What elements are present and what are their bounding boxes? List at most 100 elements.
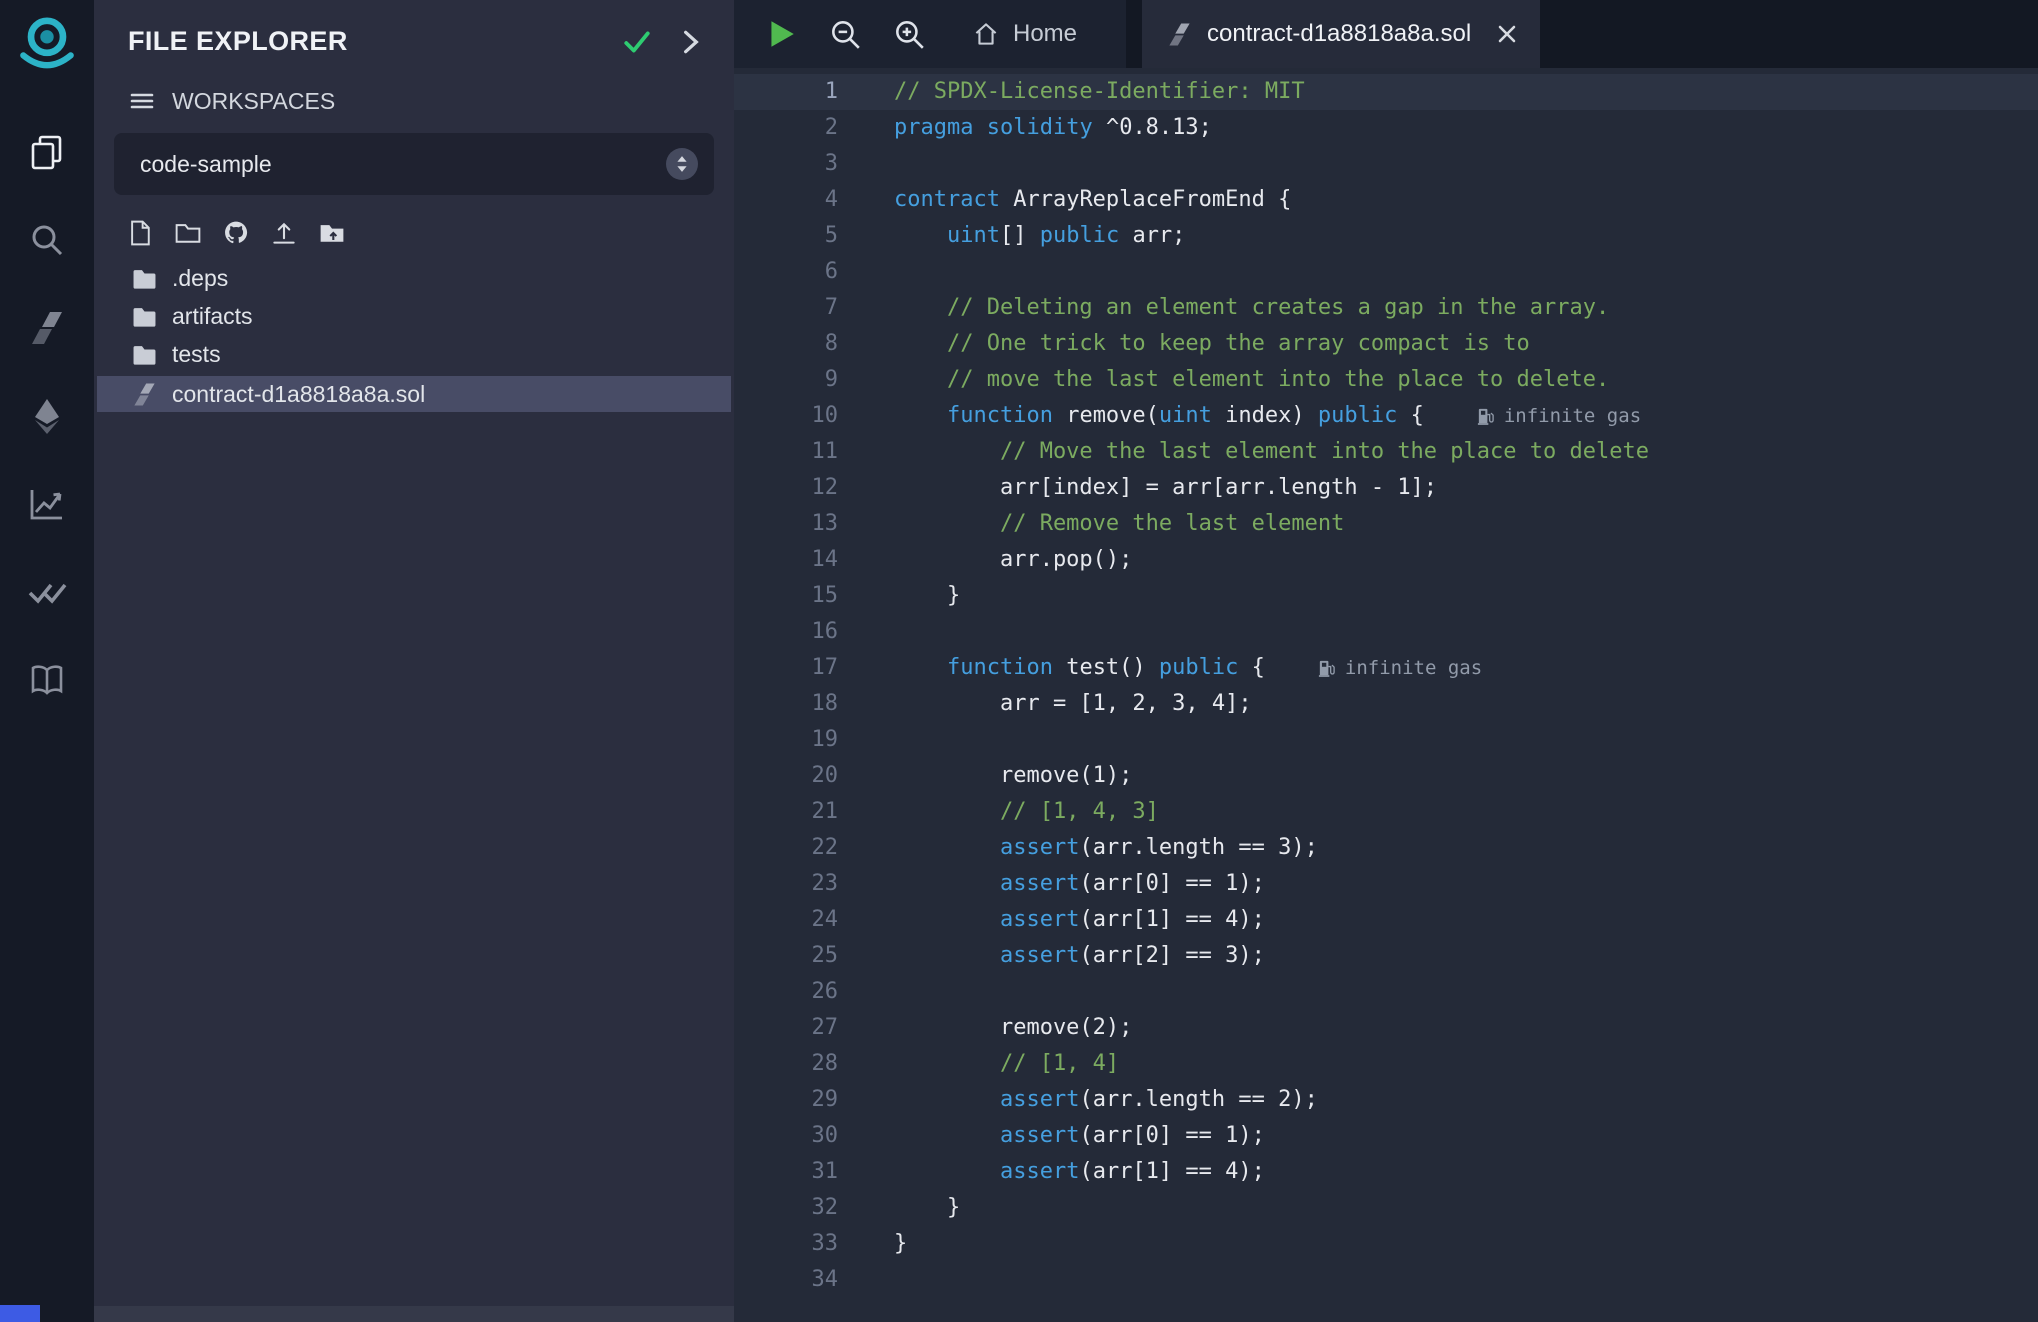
unit-testing-icon[interactable] <box>27 572 67 612</box>
code-line[interactable]: 21 // [1, 4, 3] <box>734 794 2038 830</box>
code-line[interactable]: 7 // Deleting an element creates a gap i… <box>734 290 2038 326</box>
hamburger-menu-icon[interactable] <box>128 87 156 115</box>
upload-file-icon[interactable] <box>270 219 298 247</box>
code-line[interactable]: 9 // move the last element into the plac… <box>734 362 2038 398</box>
line-number: 18 <box>734 686 838 722</box>
plugins-book-icon[interactable] <box>27 660 67 700</box>
upload-folder-icon[interactable] <box>318 219 346 247</box>
workspaces-label: WORKSPACES <box>172 88 335 115</box>
new-file-icon[interactable] <box>126 219 154 247</box>
app-window: FILE EXPLORER WORKSPACES code-sample <box>0 0 2038 1322</box>
code-line[interactable]: 11 // Move the last element into the pla… <box>734 434 2038 470</box>
solidity-compiler-icon[interactable] <box>27 308 67 348</box>
gas-estimate-annotation: infinite gas <box>1317 650 1482 686</box>
folder-row[interactable]: tests <box>94 335 734 373</box>
line-number: 13 <box>734 506 838 542</box>
code-line[interactable]: 23 assert(arr[0] == 1); <box>734 866 2038 902</box>
tab-home[interactable]: Home <box>972 20 1077 48</box>
zoom-out-icon[interactable] <box>828 17 862 51</box>
code-line[interactable]: 26 <box>734 974 2038 1010</box>
line-number: 7 <box>734 290 838 326</box>
code-line[interactable]: 29 assert(arr.length == 2); <box>734 1082 2038 1118</box>
code-line[interactable]: 22 assert(arr.length == 3); <box>734 830 2038 866</box>
editor-controls: Home <box>734 0 1126 68</box>
file-row[interactable]: contract-d1a8818a8a.sol <box>97 376 731 412</box>
code-line[interactable]: 32 } <box>734 1190 2038 1226</box>
zoom-in-icon[interactable] <box>892 17 926 51</box>
new-folder-icon[interactable] <box>174 219 202 247</box>
line-number: 17 <box>734 650 838 686</box>
panel-title: FILE EXPLORER <box>128 26 598 57</box>
line-number: 16 <box>734 614 838 650</box>
file-explorer-icon[interactable] <box>27 132 67 172</box>
folder-row[interactable]: .deps <box>94 259 734 297</box>
code-line[interactable]: 5 uint[] public arr; <box>734 218 2038 254</box>
deploy-and-run-icon[interactable] <box>27 396 67 436</box>
code-line[interactable]: 8 // One trick to keep the array compact… <box>734 326 2038 362</box>
code-line[interactable]: 10 function remove(uint index) public { … <box>734 398 2038 434</box>
line-number: 29 <box>734 1082 838 1118</box>
panel-header: FILE EXPLORER <box>94 0 734 57</box>
code-line[interactable]: 4contract ArrayReplaceFromEnd { <box>734 182 2038 218</box>
code-line[interactable]: 2pragma solidity ^0.8.13; <box>734 110 2038 146</box>
tab-contract-label: contract-d1a8818a8a.sol <box>1207 20 1496 48</box>
code-editor[interactable]: 1// SPDX-License-Identifier: MIT2pragma … <box>734 68 2038 1322</box>
tab-contract-file[interactable]: contract-d1a8818a8a.sol <box>1142 0 1540 68</box>
chevron-right-icon[interactable] <box>676 27 706 57</box>
line-number: 9 <box>734 362 838 398</box>
code-line[interactable]: 14 arr.pop(); <box>734 542 2038 578</box>
line-number: 23 <box>734 866 838 902</box>
code-line[interactable]: 30 assert(arr[0] == 1); <box>734 1118 2038 1154</box>
code-line[interactable]: 25 assert(arr[2] == 3); <box>734 938 2038 974</box>
code-line[interactable]: 28 // [1, 4] <box>734 1046 2038 1082</box>
code-line[interactable]: 19 <box>734 722 2038 758</box>
tab-home-label: Home <box>1013 20 1077 48</box>
code-line[interactable]: 20 remove(1); <box>734 758 2038 794</box>
line-number: 1 <box>734 74 838 110</box>
line-number: 32 <box>734 1190 838 1226</box>
code-line[interactable]: 33} <box>734 1226 2038 1262</box>
search-icon[interactable] <box>27 220 67 260</box>
remix-logo[interactable] <box>14 10 80 76</box>
line-number: 5 <box>734 218 838 254</box>
line-number: 10 <box>734 398 838 434</box>
tab-close-icon[interactable] <box>1496 23 1518 45</box>
folder-icon <box>131 265 158 292</box>
file-tree: .deps artifacts tests contract-d1a8818a8… <box>94 259 734 412</box>
code-line[interactable]: 31 assert(arr[1] == 4); <box>734 1154 2038 1190</box>
code-line[interactable]: 24 assert(arr[1] == 4); <box>734 902 2038 938</box>
code-line[interactable]: 34 <box>734 1262 2038 1298</box>
analysis-chart-icon[interactable] <box>27 484 67 524</box>
code-line[interactable]: 17 function test() public { infinite gas <box>734 650 2038 686</box>
code-line[interactable]: 16 <box>734 614 2038 650</box>
line-number: 11 <box>734 434 838 470</box>
code-line[interactable]: 27 remove(2); <box>734 1010 2038 1046</box>
gas-pump-icon <box>1476 407 1495 426</box>
line-number: 27 <box>734 1010 838 1046</box>
tabbar-filler <box>1540 0 2038 68</box>
line-number: 20 <box>734 758 838 794</box>
tab-gap <box>1126 0 1142 68</box>
check-icon <box>622 27 652 57</box>
code-line[interactable]: 1// SPDX-License-Identifier: MIT <box>734 74 2038 110</box>
line-number: 19 <box>734 722 838 758</box>
workspace-select[interactable]: code-sample <box>114 133 714 195</box>
code-line[interactable]: 3 <box>734 146 2038 182</box>
solidity-file-icon <box>131 381 158 408</box>
folder-row[interactable]: artifacts <box>94 297 734 335</box>
file-name: contract-d1a8818a8a.sol <box>172 381 425 408</box>
line-number: 15 <box>734 578 838 614</box>
code-line[interactable]: 18 arr = [1, 2, 3, 4]; <box>734 686 2038 722</box>
github-icon[interactable] <box>222 219 250 247</box>
gas-pump-icon <box>1317 659 1336 678</box>
icon-rail <box>0 0 94 1322</box>
run-play-icon[interactable] <box>764 17 798 51</box>
folder-icon <box>131 341 158 368</box>
folder-name: artifacts <box>172 303 253 330</box>
line-number: 3 <box>734 146 838 182</box>
code-line[interactable]: 6 <box>734 254 2038 290</box>
code-line[interactable]: 12 arr[index] = arr[arr.length - 1]; <box>734 470 2038 506</box>
code-line[interactable]: 15 } <box>734 578 2038 614</box>
line-number: 28 <box>734 1046 838 1082</box>
code-line[interactable]: 13 // Remove the last element <box>734 506 2038 542</box>
